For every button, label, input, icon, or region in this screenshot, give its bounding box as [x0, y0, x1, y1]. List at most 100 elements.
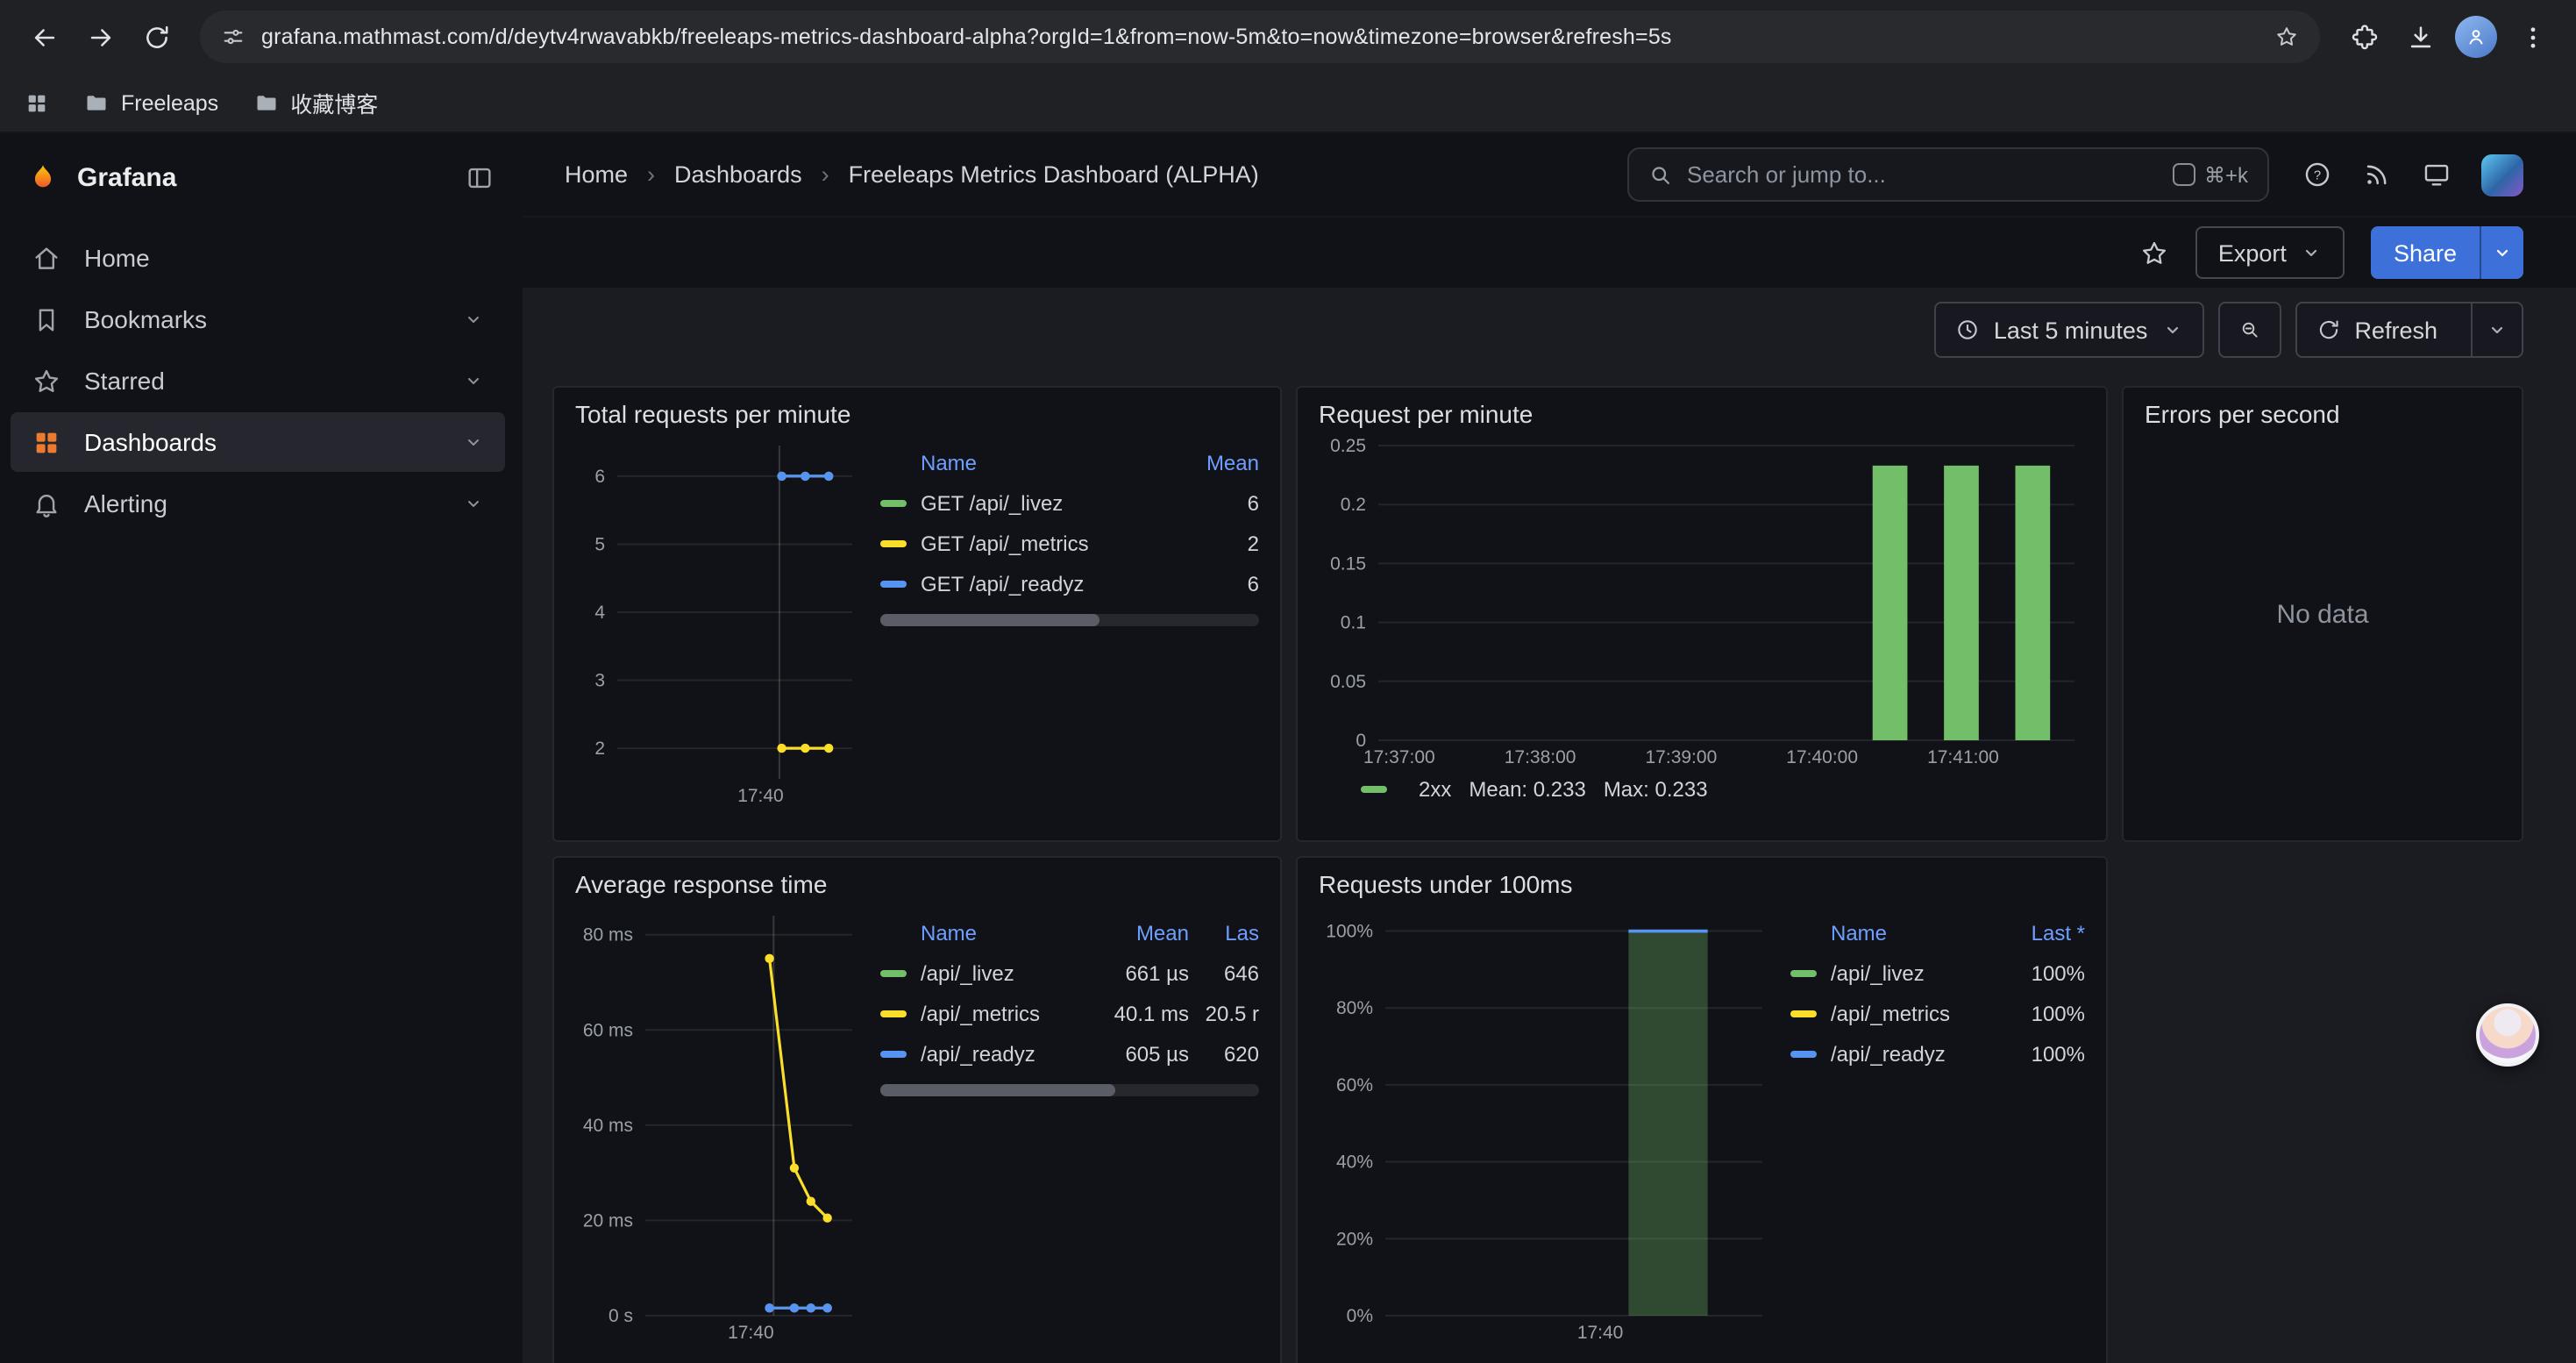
chevron-down-icon[interactable] — [463, 309, 484, 330]
back-button[interactable] — [18, 11, 70, 63]
display-button[interactable] — [2422, 160, 2451, 189]
legend-row[interactable]: GET /api/_metrics 2 — [880, 523, 1259, 563]
profile-button[interactable] — [2450, 11, 2502, 63]
share-caret-button[interactable] — [2480, 226, 2523, 279]
browser-chrome: grafana.mathmast.com/d/deytv4rwavabkb/fr… — [0, 0, 2576, 133]
bookmark-star-icon[interactable] — [2274, 25, 2299, 49]
apps-shortcut[interactable] — [25, 90, 49, 115]
svg-text:20%: 20% — [1336, 1229, 1373, 1249]
legend-row[interactable]: /api/_readyz 605 µs 620 — [880, 1033, 1259, 1074]
scrollbar-thumb[interactable] — [880, 1084, 1115, 1096]
legend-col-name[interactable]: Name — [1790, 921, 1994, 946]
series-color-swatch — [880, 580, 907, 587]
legend-horizontal-scrollbar[interactable] — [880, 1084, 1259, 1096]
svg-text:80 ms: 80 ms — [583, 925, 633, 946]
sidebar-item-dashboards[interactable]: Dashboards — [11, 412, 505, 472]
news-button[interactable] — [2362, 160, 2392, 189]
sidebar-item-label: Dashboards — [84, 428, 217, 456]
legend-col-name[interactable]: Name — [880, 451, 1168, 475]
bookmark-icon — [32, 304, 61, 334]
zoom-out-button[interactable] — [2217, 302, 2281, 358]
average-response-time-chart[interactable]: 80 ms60 ms40 ms20 ms0 s17:40 — [575, 905, 863, 1344]
legend-row[interactable]: /api/_readyz 100% — [1790, 1033, 2085, 1074]
svg-text:2: 2 — [594, 739, 605, 759]
svg-text:0.15: 0.15 — [1330, 553, 1366, 574]
refresh-label: Refresh — [2354, 317, 2437, 343]
legend-col-last[interactable]: Las — [1189, 921, 1259, 946]
chevron-down-icon[interactable] — [463, 432, 484, 453]
sidebar-item-bookmarks[interactable]: Bookmarks — [11, 289, 505, 349]
series-name[interactable]: 2xx — [1419, 777, 1451, 802]
chevron-down-icon[interactable] — [463, 370, 484, 391]
assistant-avatar[interactable] — [2476, 1003, 2539, 1067]
legend-col-mean[interactable]: Mean — [1168, 451, 1259, 475]
legend-table: Name Mean Las /api/_livez 661 µs 646 — [880, 905, 1259, 1344]
forward-button[interactable] — [74, 11, 126, 63]
reload-button[interactable] — [130, 11, 182, 63]
scrollbar-thumb[interactable] — [880, 614, 1100, 626]
legend-horizontal-scrollbar[interactable] — [880, 614, 1259, 626]
svg-text:40 ms: 40 ms — [583, 1116, 633, 1136]
sidebar-item-home[interactable]: Home — [11, 228, 505, 288]
search-icon — [1648, 162, 1673, 187]
time-range-picker[interactable]: Last 5 minutes — [1934, 302, 2204, 358]
svg-text:17:40: 17:40 — [737, 786, 784, 806]
svg-text:5: 5 — [594, 534, 605, 554]
legend-col-last[interactable]: Last * — [1994, 921, 2085, 946]
refresh-button[interactable]: Refresh — [2296, 303, 2457, 356]
svg-text:17:40: 17:40 — [1577, 1323, 1624, 1343]
user-avatar[interactable] — [2481, 153, 2523, 196]
clock-icon — [1955, 318, 1980, 342]
request-per-minute-chart[interactable]: 0.250.20.150.10.05017:37:0017:38:0017:39… — [1319, 435, 2085, 768]
sidebar-toggle-button[interactable] — [465, 162, 495, 192]
share-button[interactable]: Share — [2371, 226, 2480, 279]
legend-col-mean[interactable]: Mean — [1098, 921, 1189, 946]
search-input[interactable]: Search or jump to... ⌘+k — [1627, 147, 2269, 202]
bookmark-folder-blogs[interactable]: 收藏博客 — [253, 86, 378, 119]
panel-title[interactable]: Request per minute — [1319, 400, 2085, 428]
url-bar[interactable]: grafana.mathmast.com/d/deytv4rwavabkb/fr… — [200, 11, 2320, 63]
panel-row-1: Total requests per minute 6543217:40 Nam… — [552, 386, 2523, 842]
breadcrumb-dashboards[interactable]: Dashboards — [674, 161, 802, 188]
legend-row[interactable]: /api/_livez 100% — [1790, 953, 2085, 993]
bookmark-folder-freeleaps[interactable]: Freeleaps — [84, 90, 218, 115]
breadcrumb-home[interactable]: Home — [565, 161, 628, 188]
legend-row[interactable]: /api/_metrics 100% — [1790, 993, 2085, 1033]
legend-row[interactable]: /api/_livez 661 µs 646 — [880, 953, 1259, 993]
dock-panel-icon — [465, 162, 495, 192]
grafana-logo — [28, 162, 58, 192]
downloads-button[interactable] — [2394, 11, 2446, 63]
sidebar-item-alerting[interactable]: Alerting — [11, 474, 505, 533]
folder-icon — [84, 90, 109, 115]
total-requests-chart[interactable]: 6543217:40 — [575, 435, 863, 807]
refresh-interval-button[interactable] — [2471, 303, 2522, 356]
grafana-app: Grafana Home Bookmarks Starred — [0, 133, 2576, 1363]
panel-requests-under-100ms: Requests under 100ms 100%80%60%40%20%0%1… — [1296, 856, 2108, 1363]
panel-title[interactable]: Errors per second — [2145, 400, 2501, 428]
legend-col-name[interactable]: Name — [880, 921, 1098, 946]
sidebar: Grafana Home Bookmarks Starred — [0, 133, 523, 1363]
header-icons: ? — [2302, 153, 2523, 196]
main-area: Home › Dashboards › Freeleaps Metrics Da… — [523, 133, 2576, 1363]
extensions-button[interactable] — [2338, 11, 2390, 63]
panel-title[interactable]: Requests under 100ms — [1319, 870, 2085, 898]
svg-text:0 s: 0 s — [608, 1306, 633, 1326]
requests-under-100ms-chart[interactable]: 100%80%60%40%20%0%17:40 — [1319, 905, 1773, 1344]
kebab-menu-icon — [2517, 22, 2547, 52]
sidebar-item-starred[interactable]: Starred — [11, 351, 505, 410]
panel-average-response-time: Average response time 80 ms60 ms40 ms20 … — [552, 856, 1282, 1363]
legend-row[interactable]: /api/_metrics 40.1 ms 20.5 r — [880, 993, 1259, 1033]
svg-text:6: 6 — [594, 467, 605, 487]
export-button[interactable]: Export — [2195, 226, 2345, 279]
star-icon — [32, 366, 61, 396]
browser-menu-button[interactable] — [2506, 11, 2558, 63]
favorite-dashboard-button[interactable] — [2139, 238, 2169, 268]
help-button[interactable]: ? — [2302, 160, 2332, 189]
legend-row[interactable]: GET /api/_readyz 6 — [880, 563, 1259, 603]
panel-title[interactable]: Average response time — [575, 870, 1259, 898]
apps-grid-icon — [25, 90, 49, 115]
caret-down-icon — [2161, 319, 2182, 340]
chevron-down-icon[interactable] — [463, 493, 484, 514]
legend-row[interactable]: GET /api/_livez 6 — [880, 482, 1259, 523]
panel-title[interactable]: Total requests per minute — [575, 400, 1259, 428]
